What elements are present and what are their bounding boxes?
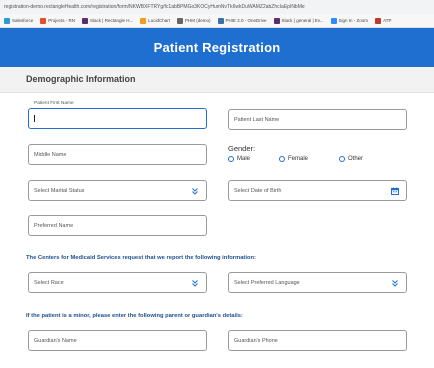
- atp-icon: [375, 17, 382, 24]
- minor-notice: If the patient is a minor, please enter …: [26, 313, 243, 319]
- chevron-down-icon: [192, 187, 198, 195]
- bookmark-lucidchart[interactable]: LucidChart: [140, 17, 170, 24]
- first-name-input[interactable]: [28, 108, 207, 129]
- gender-option-female[interactable]: Female: [279, 156, 308, 162]
- section-header: Demographic Information: [0, 67, 434, 93]
- last-name-placeholder: Patient Last Name: [234, 116, 280, 123]
- guardian-phone-placeholder: Guardian's Phone: [234, 337, 278, 344]
- section-title: Demographic Information: [26, 74, 136, 84]
- zoom-icon: [330, 17, 337, 24]
- onedrive-icon: [217, 17, 224, 24]
- bookmarks-bar: Salesforce Projects - RN Slack | Rectang…: [0, 14, 434, 28]
- chevron-down-icon: [192, 279, 198, 287]
- language-placeholder: Select Preferred Language: [234, 279, 300, 286]
- gender-female-label: Female: [288, 156, 309, 162]
- bookmark-phm[interactable]: PHM (demo): [176, 17, 211, 24]
- projects-icon: [40, 17, 47, 24]
- bookmark-zoom[interactable]: Sign In - Zoom: [330, 17, 368, 24]
- gender-option-other[interactable]: Other: [339, 156, 363, 162]
- preferred-name-input[interactable]: Preferred Name: [28, 215, 207, 236]
- bookmark-slack[interactable]: Slack | Rectangle H...: [82, 17, 133, 24]
- dob-placeholder: Select Date of Birth: [234, 187, 282, 194]
- phm-icon: [176, 17, 183, 24]
- race-placeholder: Select Race: [34, 279, 64, 286]
- page-header: Patient Registration: [0, 28, 434, 67]
- bookmark-phie[interactable]: PHIE 2.0 - OneDrive: [217, 17, 267, 24]
- salesforce-icon: [4, 17, 10, 24]
- radio-female[interactable]: [279, 156, 285, 162]
- middle-name-placeholder: Middle Name: [34, 151, 67, 158]
- slack-icon: [82, 17, 89, 24]
- date-of-birth-picker[interactable]: Select Date of Birth: [228, 180, 407, 201]
- marital-status-placeholder: Select Marital Status: [34, 187, 85, 194]
- cms-notice: The Centers for Medicaid Services reques…: [26, 255, 256, 261]
- preferred-name-placeholder: Preferred Name: [34, 222, 74, 229]
- bookmark-salesforce[interactable]: Salesforce: [4, 17, 33, 24]
- guardian-name-input[interactable]: Guardian's Name: [28, 330, 207, 351]
- guardian-name-placeholder: Guardian's Name: [34, 337, 77, 344]
- bookmark-atp[interactable]: ATP: [375, 17, 391, 24]
- text-caret: [34, 115, 35, 122]
- last-name-input[interactable]: Patient Last Name: [228, 109, 407, 130]
- middle-name-input[interactable]: Middle Name: [28, 144, 207, 165]
- url-text: registration-demo.rectangleHealth.com/re…: [4, 4, 305, 10]
- gender-other-label: Other: [348, 156, 364, 162]
- race-select[interactable]: Select Race: [28, 272, 207, 293]
- chevron-down-icon: [392, 279, 398, 287]
- marital-status-select[interactable]: Select Marital Status: [28, 180, 207, 201]
- calendar-icon[interactable]: [391, 186, 399, 195]
- first-name-label: Patient First Name: [34, 101, 74, 106]
- page-title: Patient Registration: [153, 40, 281, 55]
- radio-other[interactable]: [339, 156, 345, 162]
- radio-male[interactable]: [228, 156, 234, 162]
- lucidchart-icon: [140, 17, 147, 24]
- address-bar[interactable]: registration-demo.rectangleHealth.com/re…: [0, 0, 434, 14]
- guardian-phone-input[interactable]: Guardian's Phone: [228, 330, 407, 351]
- language-select[interactable]: Select Preferred Language: [228, 272, 407, 293]
- slack-icon: [273, 17, 280, 24]
- bookmark-slack-general[interactable]: Slack | general | Ev...: [273, 17, 324, 24]
- gender-option-male[interactable]: Male: [228, 156, 250, 162]
- gender-label: Gender:: [228, 144, 256, 153]
- gender-male-label: Male: [237, 156, 251, 162]
- bookmark-projects[interactable]: Projects - RN: [40, 17, 75, 24]
